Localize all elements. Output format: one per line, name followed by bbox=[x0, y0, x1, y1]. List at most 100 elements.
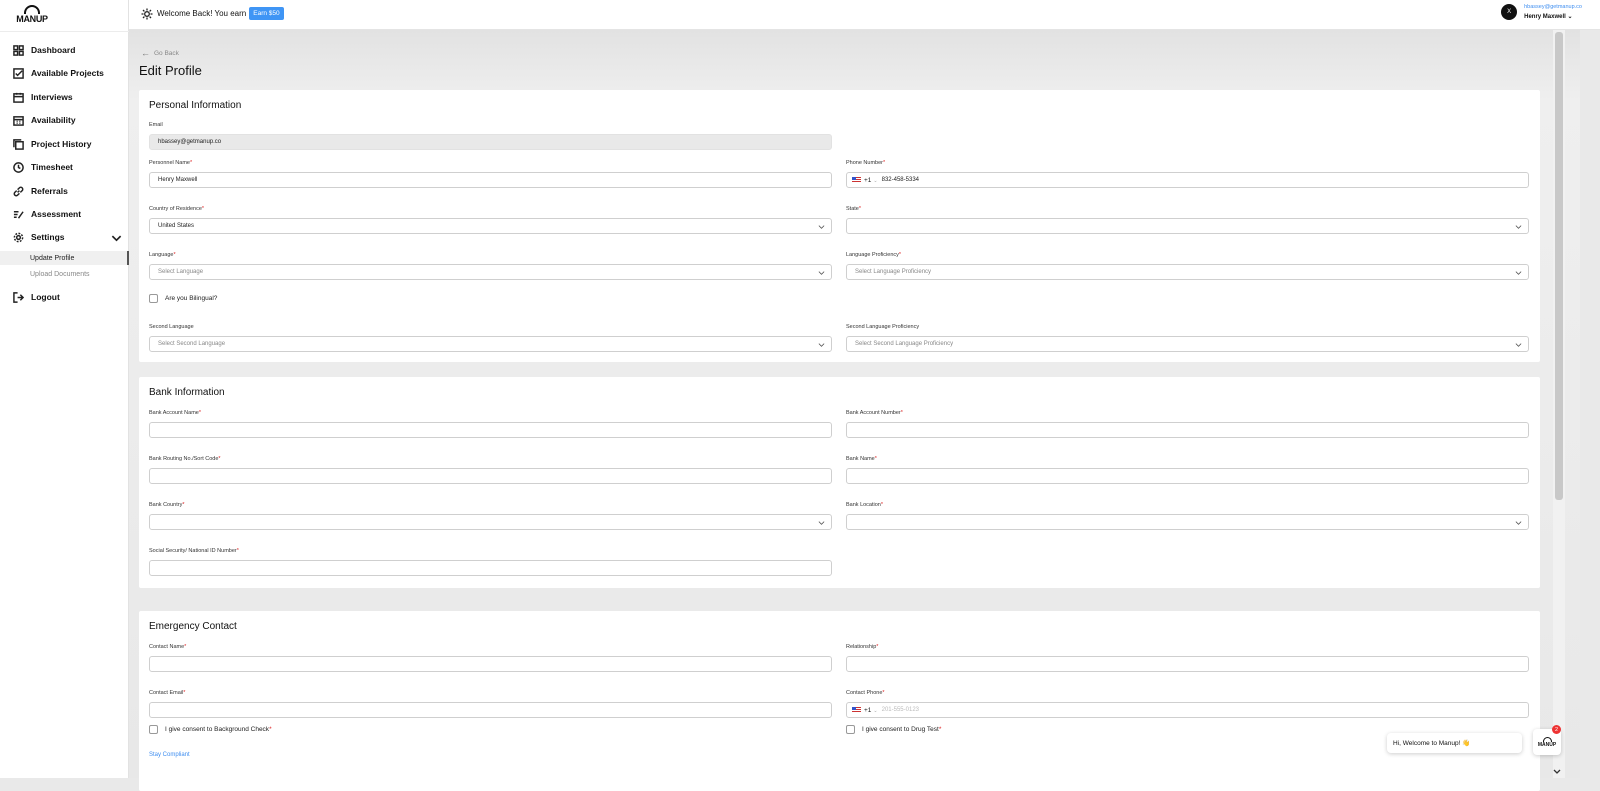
phone-number-value: 832-458-5334 bbox=[881, 177, 919, 183]
personnel-name-input[interactable]: Henry Maxwell bbox=[149, 172, 832, 188]
state-select[interactable] bbox=[846, 218, 1529, 234]
relationship-label: Relationship* bbox=[846, 644, 879, 650]
chevron-down-icon bbox=[1515, 225, 1522, 229]
sidebar: MANUP Dashboard Available Projects Inter… bbox=[0, 0, 129, 778]
user-menu[interactable]: X hbassey@getmanup.co Henry Maxwell ⌄ bbox=[1501, 4, 1582, 20]
sun-icon bbox=[141, 8, 153, 19]
sidebar-item-referrals[interactable]: Referrals bbox=[13, 183, 68, 199]
sidebar-subitem-upload-documents[interactable]: Upload Documents bbox=[0, 267, 129, 281]
gear-icon bbox=[13, 232, 24, 242]
sidebar-item-timesheet[interactable]: Timesheet bbox=[13, 159, 73, 175]
logout-icon bbox=[13, 291, 24, 303]
background-check-consent-checkbox[interactable]: I give consent to Background Check * bbox=[149, 725, 272, 734]
email-field: hbassey@getmanup.co bbox=[149, 134, 832, 150]
topbar: Welcome Back! You earn Earn $50 X hbasse… bbox=[129, 0, 1600, 30]
email-label: Email bbox=[149, 122, 163, 128]
sidebar-item-label: Dashboard bbox=[31, 45, 76, 55]
sidebar-item-label: Interviews bbox=[31, 92, 73, 102]
bank-name-input[interactable] bbox=[846, 468, 1529, 484]
checkbox[interactable] bbox=[149, 294, 158, 303]
state-label: State* bbox=[846, 206, 861, 212]
second-language-select[interactable]: Select Second Language bbox=[149, 336, 832, 352]
ssn-input[interactable] bbox=[149, 560, 832, 576]
sidebar-item-assessment[interactable]: Assessment bbox=[13, 206, 81, 222]
routing-number-input[interactable] bbox=[149, 468, 832, 484]
chevron-down-icon bbox=[1515, 271, 1522, 275]
sidebar-item-project-history[interactable]: Project History bbox=[13, 136, 91, 152]
country-code-select[interactable]: +1 ⌄ bbox=[864, 707, 878, 714]
sidebar-item-label: Availability bbox=[31, 115, 76, 125]
logo-mark-icon bbox=[24, 5, 40, 14]
sidebar-item-interviews[interactable]: Interviews bbox=[13, 89, 73, 105]
personal-info-card: Personal Information Email hbassey@getma… bbox=[139, 90, 1540, 362]
sidebar-item-settings[interactable]: Settings bbox=[13, 229, 129, 245]
bank-account-name-input[interactable] bbox=[149, 422, 832, 438]
second-language-proficiency-select[interactable]: Select Second Language Proficiency bbox=[846, 336, 1529, 352]
go-back-link[interactable]: ← Go Back bbox=[141, 48, 179, 58]
drug-test-consent-checkbox[interactable]: I give consent to Drug Test * bbox=[846, 725, 941, 734]
contact-email-input[interactable] bbox=[149, 702, 832, 718]
contact-name-label: Contact Name* bbox=[149, 644, 187, 650]
checkbox[interactable] bbox=[846, 725, 855, 734]
sidebar-subitem-update-profile[interactable]: Update Profile bbox=[0, 251, 129, 265]
section-heading: Bank Information bbox=[149, 387, 225, 398]
scrollbar[interactable] bbox=[1553, 30, 1565, 778]
user-name[interactable]: Henry Maxwell ⌄ bbox=[1524, 13, 1582, 20]
sidebar-item-label: Logout bbox=[31, 292, 60, 302]
divider bbox=[0, 31, 129, 32]
grid-icon bbox=[13, 44, 24, 56]
chevron-down-icon: ⌄ bbox=[1567, 14, 1573, 20]
avatar[interactable]: X bbox=[1501, 4, 1518, 20]
us-flag-icon bbox=[852, 177, 861, 183]
earn-badge-button[interactable]: Earn $50 bbox=[249, 7, 284, 20]
go-back-label: Go Back bbox=[154, 49, 179, 57]
sidebar-item-label: Project History bbox=[31, 139, 92, 149]
bank-country-select[interactable] bbox=[149, 514, 832, 530]
bilingual-checkbox[interactable]: Are you Bilingual? bbox=[149, 294, 217, 303]
stay-compliant-link[interactable]: Stay Compliant bbox=[149, 752, 190, 758]
country-select[interactable]: United States bbox=[149, 218, 832, 234]
chat-greeting[interactable]: Hi, Welcome to Manup! 👋 bbox=[1387, 733, 1522, 753]
sidebar-item-availability[interactable]: Availability bbox=[13, 112, 76, 128]
sidebar-item-label: Available Projects bbox=[31, 68, 104, 78]
list-check-icon bbox=[13, 210, 24, 219]
relationship-input[interactable] bbox=[846, 656, 1529, 672]
link-icon bbox=[13, 186, 24, 196]
contact-phone-label: Contact Phone* bbox=[846, 690, 885, 696]
stack-icon bbox=[13, 138, 24, 150]
bank-info-card: Bank Information Bank Account Name* Bank… bbox=[139, 377, 1540, 588]
second-language-label: Second Language bbox=[149, 324, 194, 330]
main-content: ← Go Back Edit Profile Personal Informat… bbox=[129, 30, 1580, 791]
contact-name-input[interactable] bbox=[149, 656, 832, 672]
sidebar-item-label: Settings bbox=[31, 232, 65, 242]
checkbox-icon bbox=[13, 67, 24, 79]
bank-location-select[interactable] bbox=[846, 514, 1529, 530]
bank-account-number-input[interactable] bbox=[846, 422, 1529, 438]
emergency-contact-card: Emergency Contact Contact Name* Relation… bbox=[139, 611, 1540, 791]
scrollbar-thumb[interactable] bbox=[1555, 32, 1563, 500]
chat-notification-badge: 2 bbox=[1552, 725, 1561, 734]
checkbox[interactable] bbox=[149, 725, 158, 734]
welcome-text: Welcome Back! You earn bbox=[157, 9, 247, 18]
language-select[interactable]: Select Language bbox=[149, 264, 832, 280]
phone-number-input[interactable]: +1 ⌄ 832-458-5334 bbox=[846, 172, 1529, 188]
manup-logo[interactable]: MANUP bbox=[12, 5, 52, 27]
chat-brand: MANUP bbox=[1537, 741, 1557, 748]
sidebar-item-available-projects[interactable]: Available Projects bbox=[13, 65, 104, 81]
bank-location-label: Bank Location* bbox=[846, 502, 883, 508]
country-code-select[interactable]: +1 ⌄ bbox=[864, 177, 878, 184]
personnel-name-label: Personnel Name* bbox=[149, 160, 193, 166]
chevron-down-icon bbox=[1515, 521, 1522, 525]
chevron-down-icon[interactable] bbox=[1553, 767, 1561, 775]
sidebar-item-label: Timesheet bbox=[31, 162, 73, 172]
phone-number-label: Phone Number* bbox=[846, 160, 886, 166]
contact-phone-input[interactable]: +1 ⌄ 201-555-0123 bbox=[846, 702, 1529, 718]
calendar-grid-icon bbox=[13, 115, 24, 126]
sidebar-item-dashboard[interactable]: Dashboard bbox=[13, 42, 75, 58]
contact-email-label: Contact Email* bbox=[149, 690, 186, 696]
welcome-banner: Welcome Back! You earn Earn $50 bbox=[141, 7, 284, 20]
language-proficiency-select[interactable]: Select Language Proficiency bbox=[846, 264, 1529, 280]
chevron-down-icon bbox=[818, 271, 825, 275]
sidebar-item-logout[interactable]: Logout bbox=[13, 289, 60, 305]
bank-country-label: Bank Country* bbox=[149, 502, 185, 508]
